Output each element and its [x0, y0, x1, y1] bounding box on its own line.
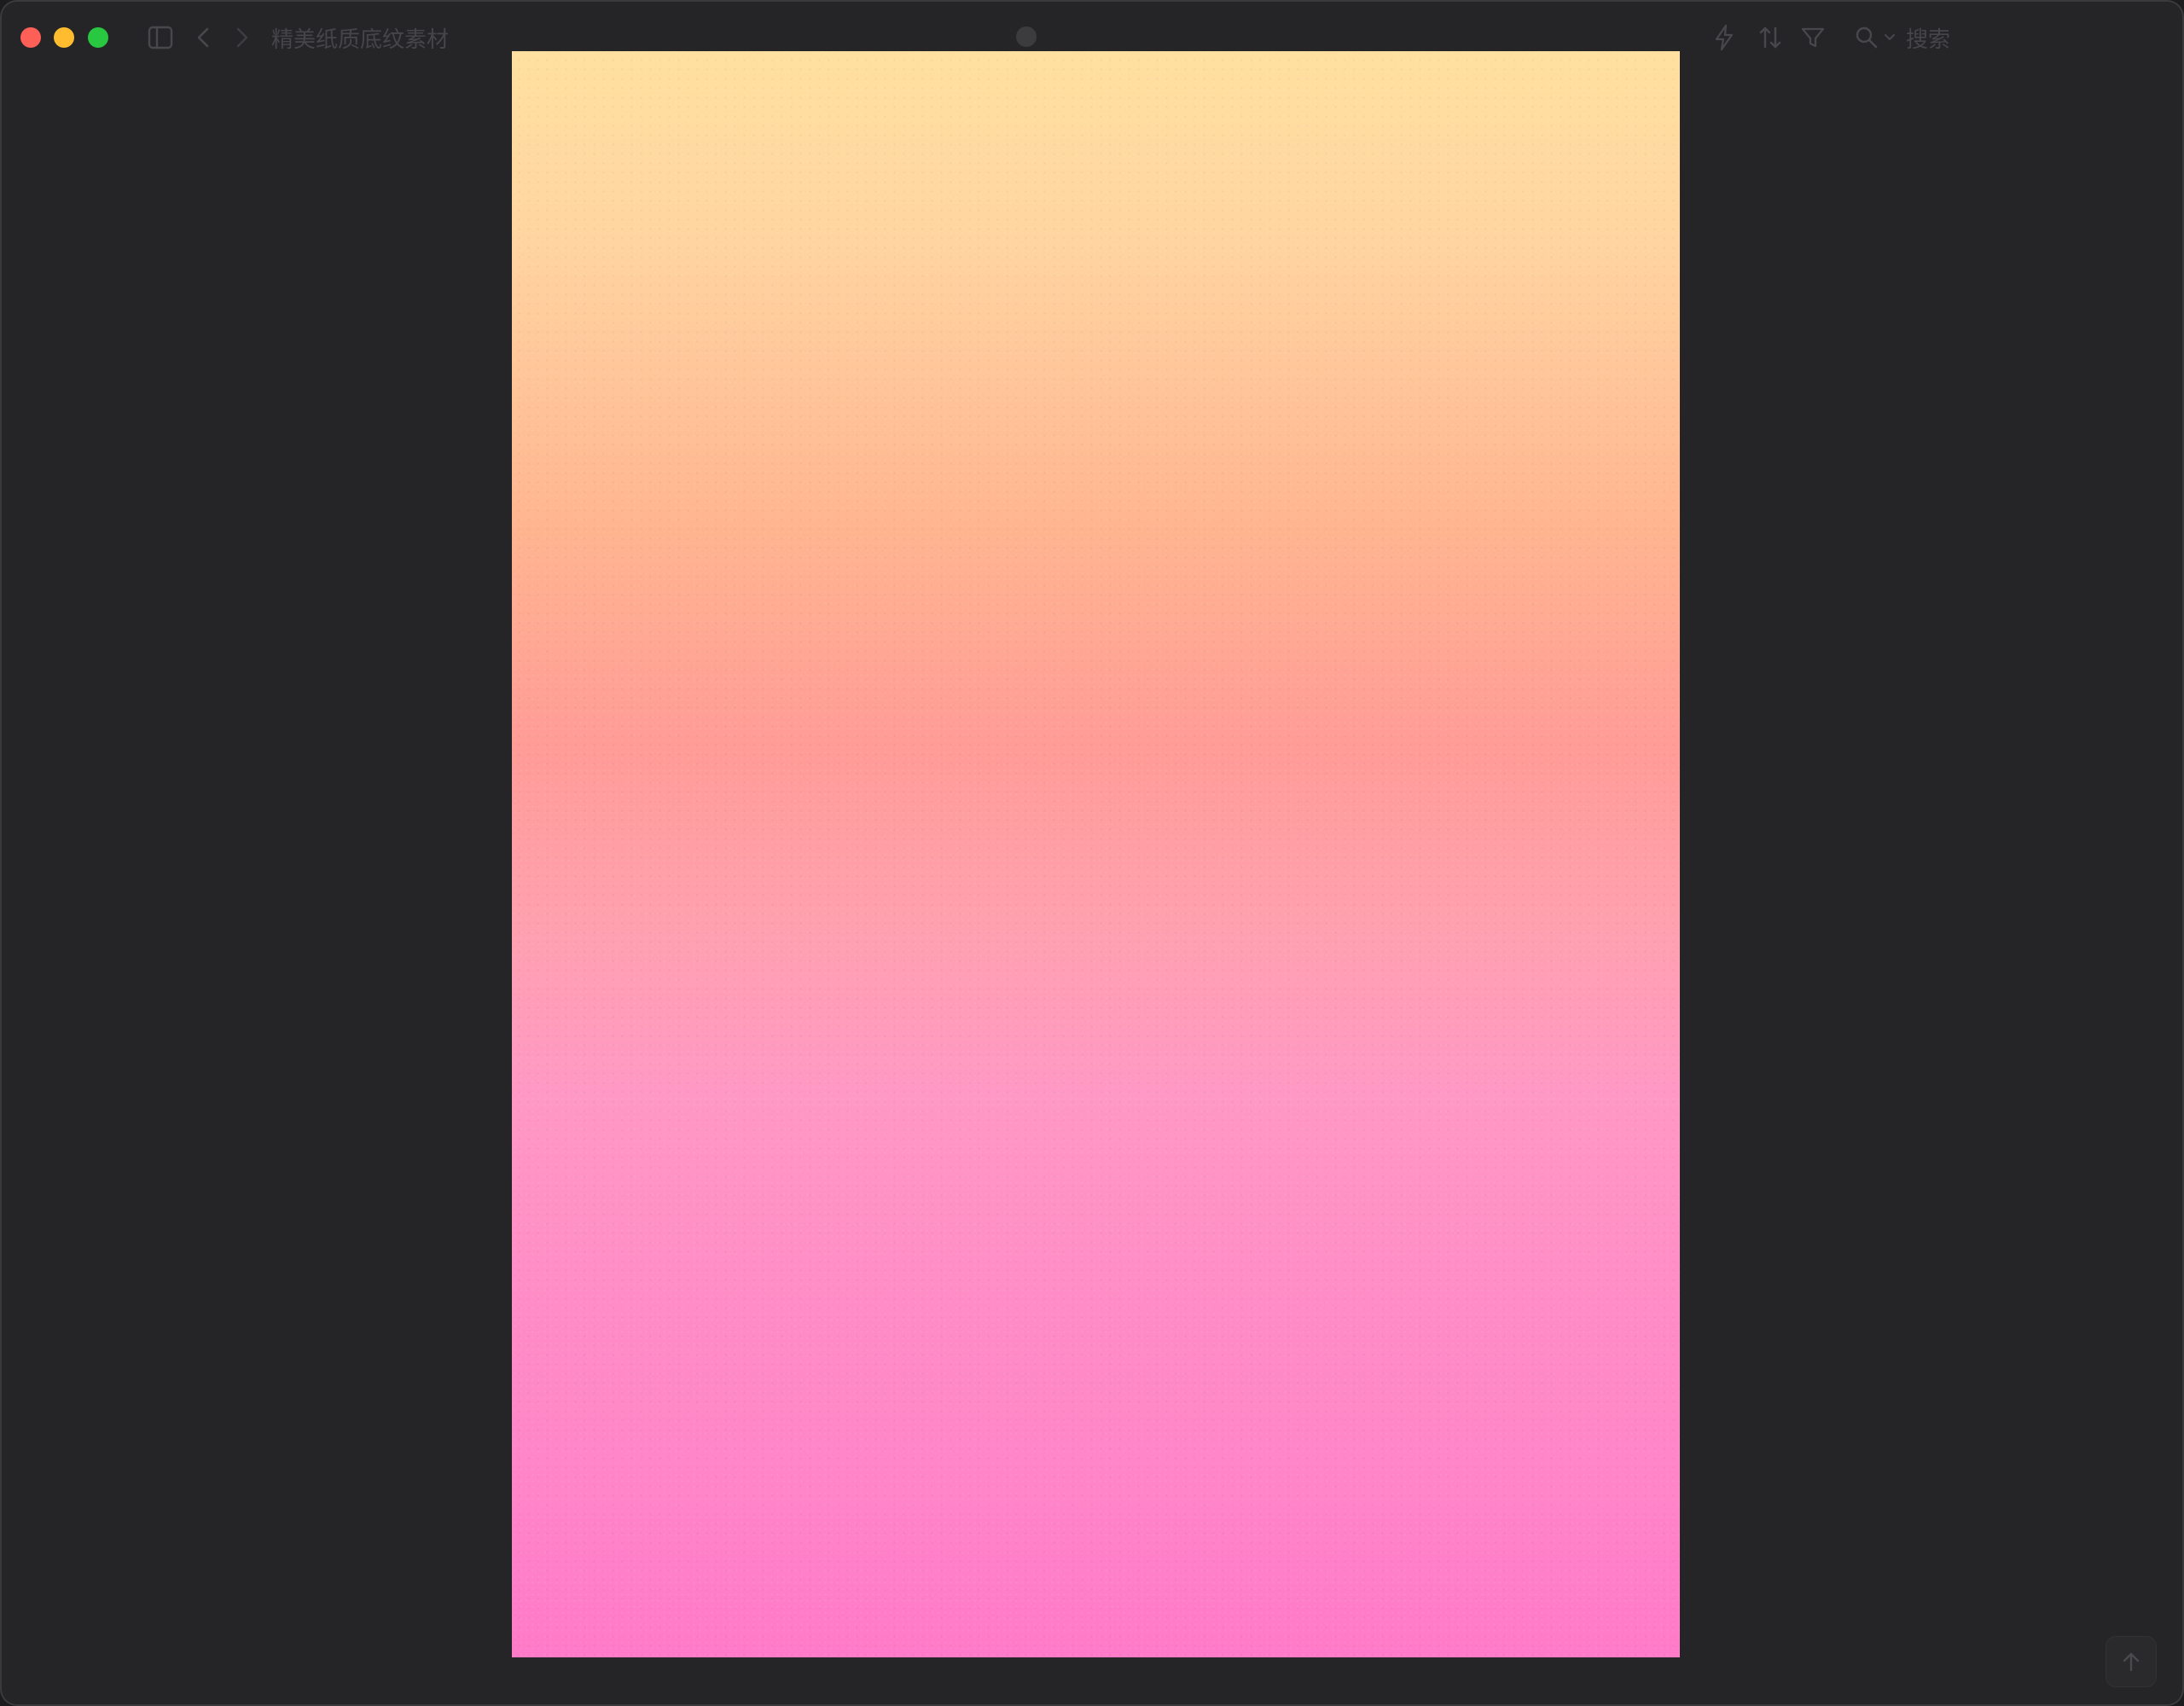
lightning-icon[interactable] — [1711, 24, 1737, 51]
close-window-button[interactable] — [20, 27, 41, 48]
chevron-right-icon[interactable] — [230, 24, 254, 51]
paper-texture-image — [512, 51, 1680, 1657]
arrow-up-icon — [2123, 1652, 2140, 1672]
sidebar-toggle-icon[interactable] — [147, 24, 174, 51]
status-dot — [1016, 26, 1037, 47]
scroll-to-top-button[interactable] — [2106, 1636, 2157, 1687]
search-control[interactable]: 搜索 — [1855, 22, 1950, 53]
chevron-left-icon[interactable] — [191, 24, 215, 51]
minimize-window-button[interactable] — [54, 27, 74, 48]
window-title: 精美纸质底纹素材 — [271, 27, 450, 53]
search-icon — [1856, 26, 1878, 49]
app-window: 精美纸质底纹素材 搜索 — [0, 0, 2184, 1706]
filter-icon[interactable] — [1798, 24, 1827, 51]
search-input[interactable]: 搜索 — [1906, 22, 1950, 54]
chevron-down-icon — [1885, 34, 1895, 40]
maximize-window-button[interactable] — [88, 27, 108, 48]
sort-icon[interactable] — [1756, 24, 1785, 51]
